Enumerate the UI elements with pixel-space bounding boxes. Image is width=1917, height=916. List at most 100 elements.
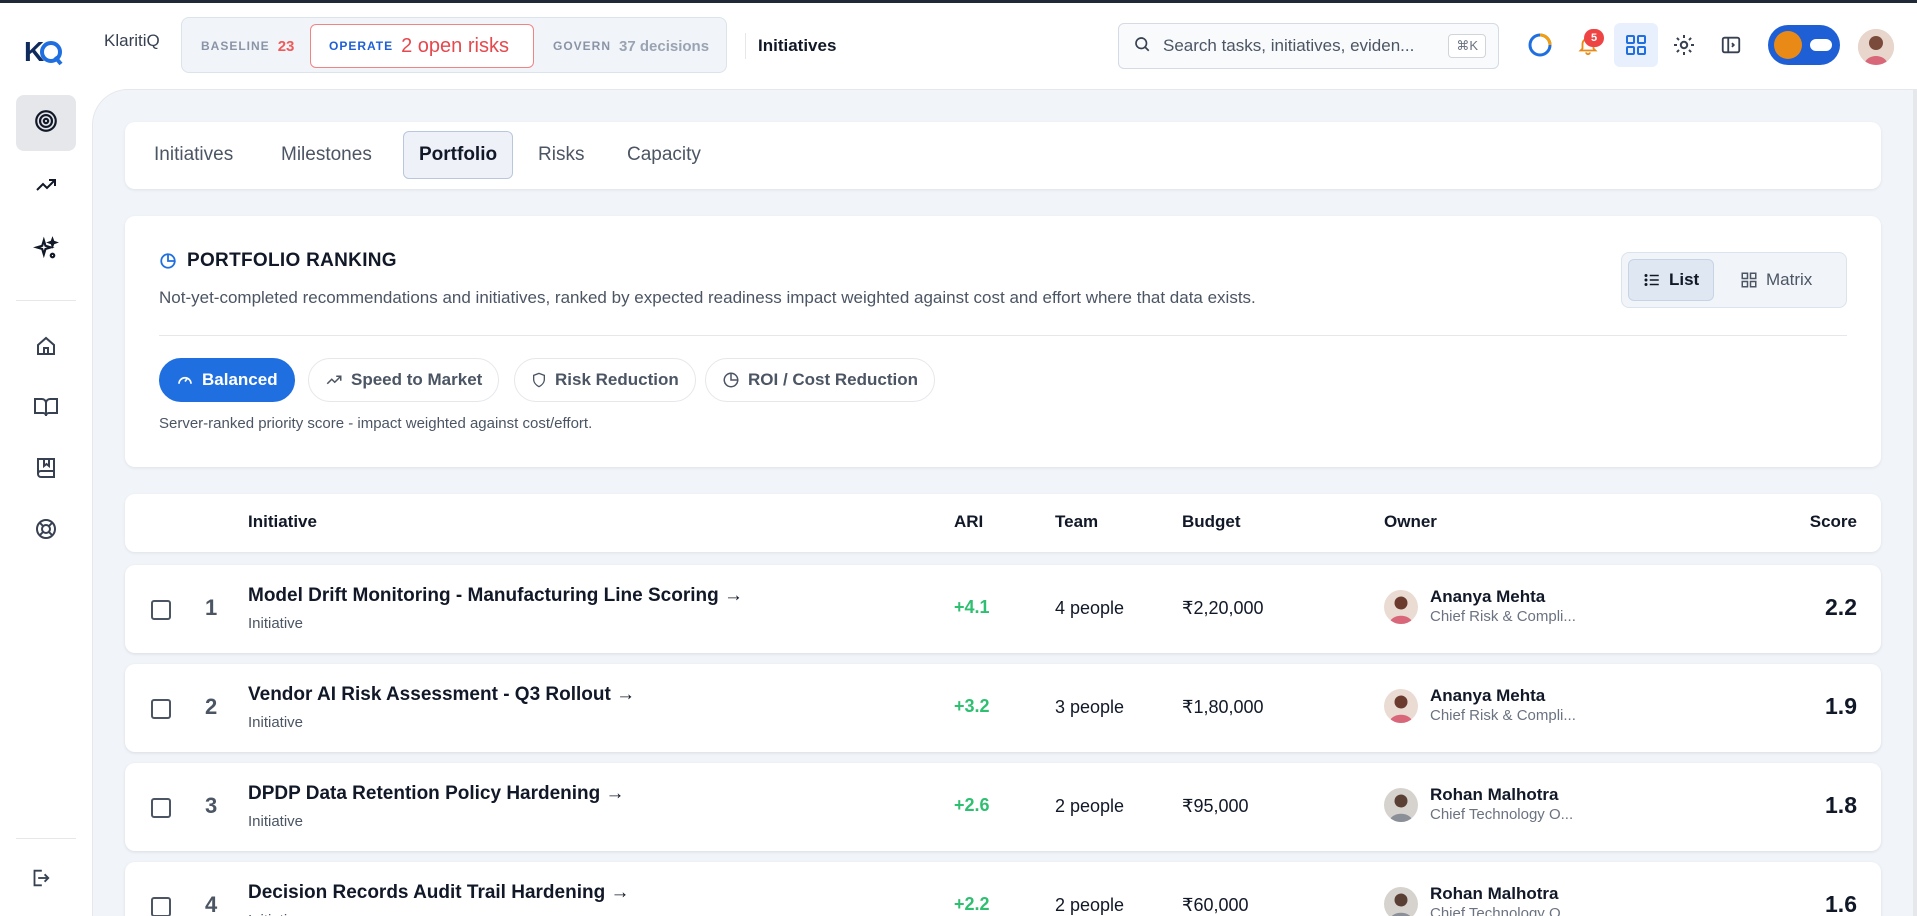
team-size: 4 people xyxy=(1055,598,1125,618)
initiative-link[interactable]: Vendor AI Risk Assessment - Q3 Rollout → xyxy=(248,684,635,706)
theme-toggle[interactable] xyxy=(1768,25,1840,65)
phase-baseline[interactable]: BASELINE 23 xyxy=(201,18,294,74)
row-checkbox[interactable] xyxy=(151,798,171,818)
owner-role: Chief Technology O... xyxy=(1430,806,1574,823)
ari-value: +3.2 xyxy=(954,696,990,716)
phase-govern-value: 37 decisions xyxy=(619,37,710,55)
sidebar-item-home[interactable] xyxy=(16,320,76,376)
owner-avatar xyxy=(1384,590,1418,624)
tab-milestones[interactable]: Milestones xyxy=(266,131,387,179)
budget-value: ₹60,000 xyxy=(1182,895,1249,915)
gear-icon[interactable] xyxy=(1670,31,1698,59)
column-header-team[interactable]: Team xyxy=(1055,512,1098,532)
row-checkbox[interactable] xyxy=(151,600,171,620)
list-view-button[interactable]: List xyxy=(1628,259,1715,301)
initiative-link[interactable]: Model Drift Monitoring - Manufacturing L… xyxy=(248,585,743,607)
ranking-title: PORTFOLIO RANKING xyxy=(159,250,397,272)
owner-avatar xyxy=(1384,887,1418,916)
table-row[interactable]: 3 DPDP Data Retention Policy Hardening →… xyxy=(125,763,1881,851)
owner-avatar xyxy=(1384,689,1418,723)
lifebuoy-icon xyxy=(34,517,58,546)
mode-speed-label: Speed to Market xyxy=(351,370,483,389)
home-icon xyxy=(34,334,58,363)
trending-up-icon xyxy=(34,173,58,202)
score-value: 1.6 xyxy=(1825,891,1857,916)
phase-baseline-label: BASELINE xyxy=(201,39,270,53)
row-rank: 4 xyxy=(205,892,218,916)
portfolio-ranking-card: PORTFOLIO RANKING Not-yet-completed reco… xyxy=(125,216,1881,467)
sidebar-divider xyxy=(16,300,76,301)
sidebar-item-guide[interactable] xyxy=(16,381,76,437)
mode-balanced-button[interactable]: Balanced xyxy=(159,358,295,402)
budget-value: ₹2,20,000 xyxy=(1182,598,1264,618)
phase-baseline-value: 23 xyxy=(277,37,295,55)
mode-balanced-label: Balanced xyxy=(202,370,278,389)
budget-value: ₹1,80,000 xyxy=(1182,697,1264,717)
phase-govern-label: GOVERN xyxy=(553,39,612,53)
phase-operate-label: OPERATE xyxy=(329,39,394,53)
matrix-view-button[interactable]: Matrix xyxy=(1726,259,1826,301)
sidebar-item-library[interactable] xyxy=(16,442,76,498)
score-value: 2.2 xyxy=(1825,594,1857,620)
pie-chart-icon xyxy=(723,372,739,388)
sidebar-item-ai[interactable] xyxy=(16,223,76,279)
row-checkbox[interactable] xyxy=(151,897,171,916)
ranking-note: Server-ranked priority score - impact we… xyxy=(159,415,593,432)
progress-ring-icon[interactable] xyxy=(1526,31,1554,59)
column-header-initiative[interactable]: Initiative xyxy=(248,512,317,532)
sidebar-item-trends[interactable] xyxy=(16,159,76,215)
table-row[interactable]: 2 Vendor AI Risk Assessment - Q3 Rollout… xyxy=(125,664,1881,752)
bookmark-book-icon xyxy=(35,456,57,485)
ari-value: +4.1 xyxy=(954,597,990,617)
owner-role: Chief Risk & Compli... xyxy=(1430,707,1576,724)
phase-govern[interactable]: GOVERN 37 decisions xyxy=(553,18,709,74)
tab-portfolio[interactable]: Portfolio xyxy=(403,131,514,179)
apps-grid-icon[interactable] xyxy=(1614,23,1658,67)
side-panel-icon[interactable] xyxy=(1717,31,1745,59)
search-placeholder: Search tasks, initiatives, eviden... xyxy=(1163,36,1415,55)
owner-role: Chief Technology O... xyxy=(1430,905,1574,916)
column-header-score[interactable]: Score xyxy=(1810,512,1857,532)
tab-capacity[interactable]: Capacity xyxy=(612,131,716,179)
initiative-link[interactable]: DPDP Data Retention Policy Hardening → xyxy=(248,783,625,805)
owner-name: Rohan Malhotra xyxy=(1430,884,1559,903)
initiative-link[interactable]: Decision Records Audit Trail Hardening → xyxy=(248,882,629,904)
initiative-type: Initiative xyxy=(248,615,304,632)
table-header: Initiative ARI Team Budget Owner Score xyxy=(125,494,1881,552)
page-scrollbar[interactable] xyxy=(1913,89,1917,916)
page-title: Initiatives xyxy=(758,36,837,55)
matrix-view-label: Matrix xyxy=(1766,270,1813,289)
score-value: 1.9 xyxy=(1825,693,1857,719)
budget-value: ₹95,000 xyxy=(1182,796,1249,816)
tab-risks[interactable]: Risks xyxy=(523,131,599,179)
top-bar: K KlaritiQ BASELINE 23 OPERATE 2 open ri… xyxy=(0,3,1917,89)
sidebar-item-logout[interactable] xyxy=(10,852,70,908)
grid-icon xyxy=(1741,272,1757,288)
column-header-owner[interactable]: Owner xyxy=(1384,512,1437,532)
cloud-icon xyxy=(1810,39,1832,51)
ranking-description: Not-yet-completed recommendations and in… xyxy=(159,288,1256,307)
row-rank: 2 xyxy=(205,694,218,719)
trending-up-icon xyxy=(326,375,342,385)
table-row[interactable]: 1 Model Drift Monitoring - Manufacturing… xyxy=(125,565,1881,653)
divider xyxy=(159,335,1847,336)
sidebar-item-initiatives[interactable] xyxy=(16,95,76,151)
mode-risk-button[interactable]: Risk Reduction xyxy=(514,358,696,402)
owner-avatar xyxy=(1384,788,1418,822)
klaritiq-logo-icon[interactable]: K xyxy=(24,31,64,71)
row-checkbox[interactable] xyxy=(151,699,171,719)
table-row[interactable]: 4 Decision Records Audit Trail Hardening… xyxy=(125,862,1881,916)
target-icon xyxy=(33,108,59,139)
phase-operate[interactable]: OPERATE 2 open risks xyxy=(310,24,534,68)
user-avatar[interactable] xyxy=(1858,29,1894,65)
sidebar-item-support[interactable] xyxy=(16,503,76,559)
column-header-budget[interactable]: Budget xyxy=(1182,512,1241,532)
mode-speed-button[interactable]: Speed to Market xyxy=(308,358,500,402)
phase-status-bar: BASELINE 23 OPERATE 2 open risks GOVERN … xyxy=(181,17,727,73)
search-input[interactable]: Search tasks, initiatives, eviden... ⌘K xyxy=(1118,23,1499,69)
sidebar xyxy=(0,89,92,916)
column-header-ari[interactable]: ARI xyxy=(954,512,983,532)
initiative-type: Initiative xyxy=(248,912,303,916)
tab-initiatives[interactable]: Initiatives xyxy=(139,131,248,179)
mode-roi-button[interactable]: ROI / Cost Reduction xyxy=(705,358,935,402)
